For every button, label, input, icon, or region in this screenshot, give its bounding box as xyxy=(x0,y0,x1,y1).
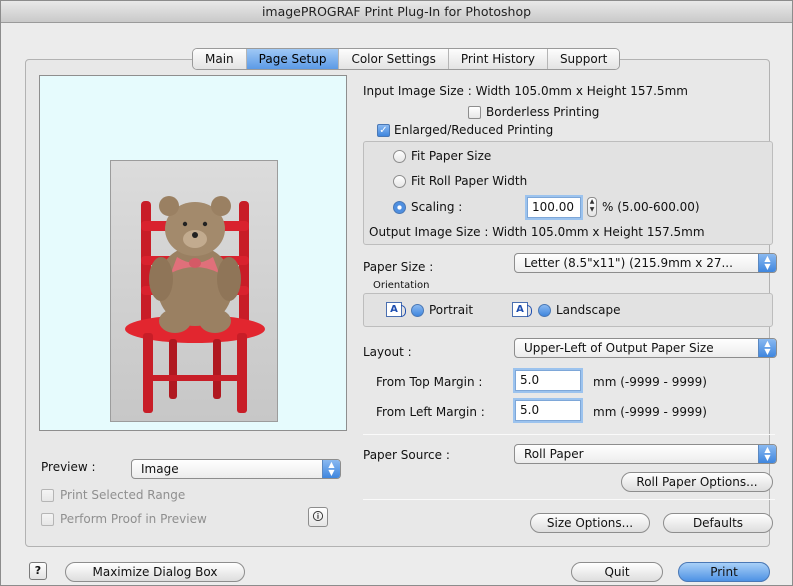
updown-arrows-icon: ▲ ▼ xyxy=(322,460,340,478)
enlarged-label: Enlarged/Reduced Printing xyxy=(394,123,554,137)
layout-label: Layout : xyxy=(363,345,412,359)
top-margin-range: mm (-9999 - 9999) xyxy=(593,375,707,389)
print-selected-range-label: Print Selected Range xyxy=(60,488,186,502)
left-margin-input[interactable]: 5.0 xyxy=(515,400,581,421)
top-margin-input[interactable]: 5.0 xyxy=(515,370,581,391)
help-button[interactable]: ? xyxy=(29,562,47,580)
updown-arrows-icon: ▲ ▼ xyxy=(758,339,776,357)
paper-source-select[interactable]: Roll Paper ▲ ▼ xyxy=(514,444,777,464)
maximize-dialog-button[interactable]: Maximize Dialog Box xyxy=(65,562,245,582)
landscape-icon: A xyxy=(512,302,532,317)
dialog-window: imagePROGRAF Print Plug-In for Photoshop… xyxy=(0,0,793,586)
roll-paper-options-button[interactable]: Roll Paper Options... xyxy=(621,472,773,492)
window-title: imagePROGRAF Print Plug-In for Photoshop xyxy=(1,1,792,23)
preview-label: Preview : xyxy=(41,460,96,474)
landscape-radio[interactable] xyxy=(538,304,551,317)
fit-paper-label: Fit Paper Size xyxy=(411,149,492,163)
quit-button[interactable]: Quit xyxy=(571,562,663,582)
paper-size-label: Paper Size : xyxy=(363,260,434,274)
landscape-label: Landscape xyxy=(556,303,621,317)
scaling-radio[interactable] xyxy=(393,201,406,214)
scaling-label: Scaling : xyxy=(411,200,463,214)
tab-bar: Main Page Setup Color Settings Print His… xyxy=(192,48,621,70)
perform-proof-label: Perform Proof in Preview xyxy=(60,512,207,526)
preview-select[interactable]: Image ▲ ▼ xyxy=(131,459,341,479)
scaling-input[interactable]: 100.00 xyxy=(527,197,581,218)
scaling-stepper[interactable]: ▲ ▼ xyxy=(587,197,597,217)
print-selected-range-checkbox[interactable] xyxy=(41,489,54,502)
left-margin-label: From Left Margin : xyxy=(376,405,485,419)
input-image-size: Input Image Size : Width 105.0mm x Heigh… xyxy=(363,84,688,98)
paper-source-label: Paper Source : xyxy=(363,448,450,462)
paper-size-value: Letter (8.5"x11") (215.9mm x 27... xyxy=(524,256,733,270)
layout-value: Upper-Left of Output Paper Size xyxy=(524,341,714,355)
portrait-icon: A xyxy=(386,302,406,317)
size-options-button[interactable]: Size Options... xyxy=(530,513,650,533)
tab-page-setup[interactable]: Page Setup xyxy=(246,49,340,69)
preview-image xyxy=(110,160,278,422)
separator xyxy=(363,434,775,435)
fit-roll-label: Fit Roll Paper Width xyxy=(411,174,528,188)
enlarged-checkbox[interactable]: ✓ xyxy=(377,124,390,137)
fit-paper-radio[interactable] xyxy=(393,150,406,163)
preview-info-button[interactable]: 🛈 xyxy=(308,507,328,527)
defaults-button[interactable]: Defaults xyxy=(663,513,773,533)
separator xyxy=(363,499,775,500)
left-margin-range: mm (-9999 - 9999) xyxy=(593,405,707,419)
scaling-range: % (5.00-600.00) xyxy=(602,200,700,214)
borderless-label: Borderless Printing xyxy=(486,105,600,119)
tab-print-history[interactable]: Print History xyxy=(448,49,548,69)
tab-support[interactable]: Support xyxy=(547,49,620,69)
portrait-label: Portrait xyxy=(429,303,474,317)
page-info-icon: 🛈 xyxy=(312,510,324,523)
tab-color-settings[interactable]: Color Settings xyxy=(339,49,449,69)
top-margin-label: From Top Margin : xyxy=(376,375,483,389)
perform-proof-checkbox[interactable] xyxy=(41,513,54,526)
paper-size-select[interactable]: Letter (8.5"x11") (215.9mm x 27... ▲ ▼ xyxy=(514,253,777,273)
fit-roll-radio[interactable] xyxy=(393,175,406,188)
layout-select[interactable]: Upper-Left of Output Paper Size ▲ ▼ xyxy=(514,338,777,358)
updown-arrows-icon: ▲ ▼ xyxy=(758,254,776,272)
paper-source-value: Roll Paper xyxy=(524,447,584,461)
output-image-size: Output Image Size : Width 105.0mm x Heig… xyxy=(369,225,705,239)
preview-select-value: Image xyxy=(141,462,179,476)
borderless-checkbox[interactable] xyxy=(468,106,481,119)
orientation-label: Orientation xyxy=(373,280,430,291)
tab-main[interactable]: Main xyxy=(193,49,247,69)
updown-arrows-icon: ▲ ▼ xyxy=(758,445,776,463)
teddy-bear-chair-image xyxy=(125,196,265,413)
print-button[interactable]: Print xyxy=(678,562,770,582)
preview-area xyxy=(39,75,347,431)
portrait-radio[interactable] xyxy=(411,304,424,317)
